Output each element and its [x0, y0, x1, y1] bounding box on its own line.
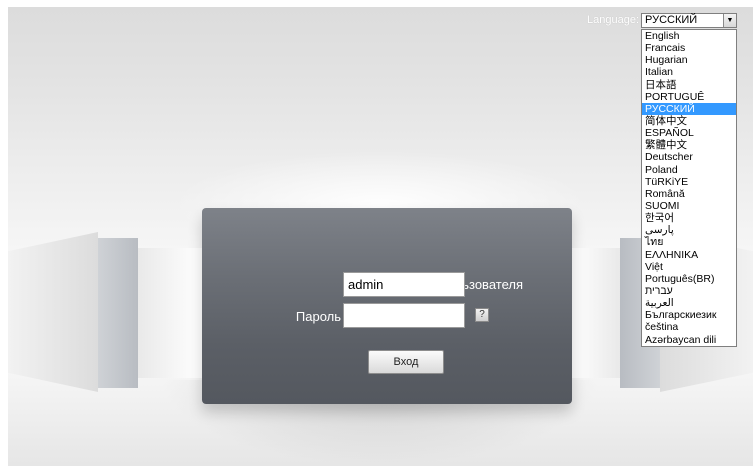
login-button[interactable]: Вход — [368, 350, 444, 374]
login-page: Language: РУССКИЙ ▼ English Francais Hugar… — [0, 0, 753, 466]
password-help-icon[interactable]: ? — [475, 308, 489, 322]
language-selected-value: РУССКИЙ — [645, 14, 698, 26]
language-option[interactable]: PORTUGUÊ — [642, 91, 736, 103]
dropdown-arrow-icon[interactable]: ▼ — [723, 14, 736, 27]
language-option[interactable]: Българскиезик — [642, 309, 736, 321]
background-wall-left-inner — [138, 248, 202, 378]
language-option[interactable]: РУССКИЙ — [642, 102, 736, 115]
background-pillar-left — [98, 238, 138, 388]
language-option[interactable]: Azərbaycan dili — [642, 334, 736, 346]
language-option[interactable]: پارسی — [642, 224, 736, 236]
language-option[interactable]: 繁體中文 — [642, 139, 736, 151]
language-option[interactable]: 简体中文 — [642, 115, 736, 127]
username-input[interactable] — [343, 272, 465, 297]
language-option[interactable]: Francais — [642, 42, 736, 54]
password-input[interactable] — [343, 303, 465, 328]
language-option[interactable]: SUOMI — [642, 200, 736, 212]
language-option[interactable]: Poland — [642, 164, 736, 176]
language-option[interactable]: ΕΛΛΗΝΙΚΑ — [642, 249, 736, 261]
language-option[interactable]: ไทย — [642, 236, 736, 248]
language-option[interactable]: English — [642, 30, 736, 42]
language-option[interactable]: العربية — [642, 297, 736, 309]
language-option[interactable]: Hugarian — [642, 54, 736, 66]
language-options-list[interactable]: English Francais Hugarian Italian 日本語 PORTUGU… — [641, 29, 737, 347]
language-option[interactable]: 日本語 — [642, 79, 736, 91]
language-option[interactable]: עברית — [642, 285, 736, 297]
language-option[interactable]: 한국어 — [642, 212, 736, 224]
language-option[interactable]: čeština — [642, 321, 736, 333]
language-option[interactable]: Italian — [642, 66, 736, 78]
language-option[interactable]: Português(BR) — [642, 273, 736, 285]
language-option[interactable]: ESPAÑOL — [642, 127, 736, 139]
password-label: Пароль — [295, 309, 341, 324]
background-wall-right-inner — [572, 248, 620, 378]
background-wall-left — [8, 232, 98, 392]
language-option[interactable]: Română — [642, 188, 736, 200]
language-option[interactable]: Việt — [642, 261, 736, 273]
language-label: Language: — [587, 14, 639, 26]
language-select[interactable]: РУССКИЙ ▼ — [641, 13, 737, 28]
language-option[interactable]: Deutscher — [642, 151, 736, 163]
language-option[interactable]: TüRKiYE — [642, 176, 736, 188]
